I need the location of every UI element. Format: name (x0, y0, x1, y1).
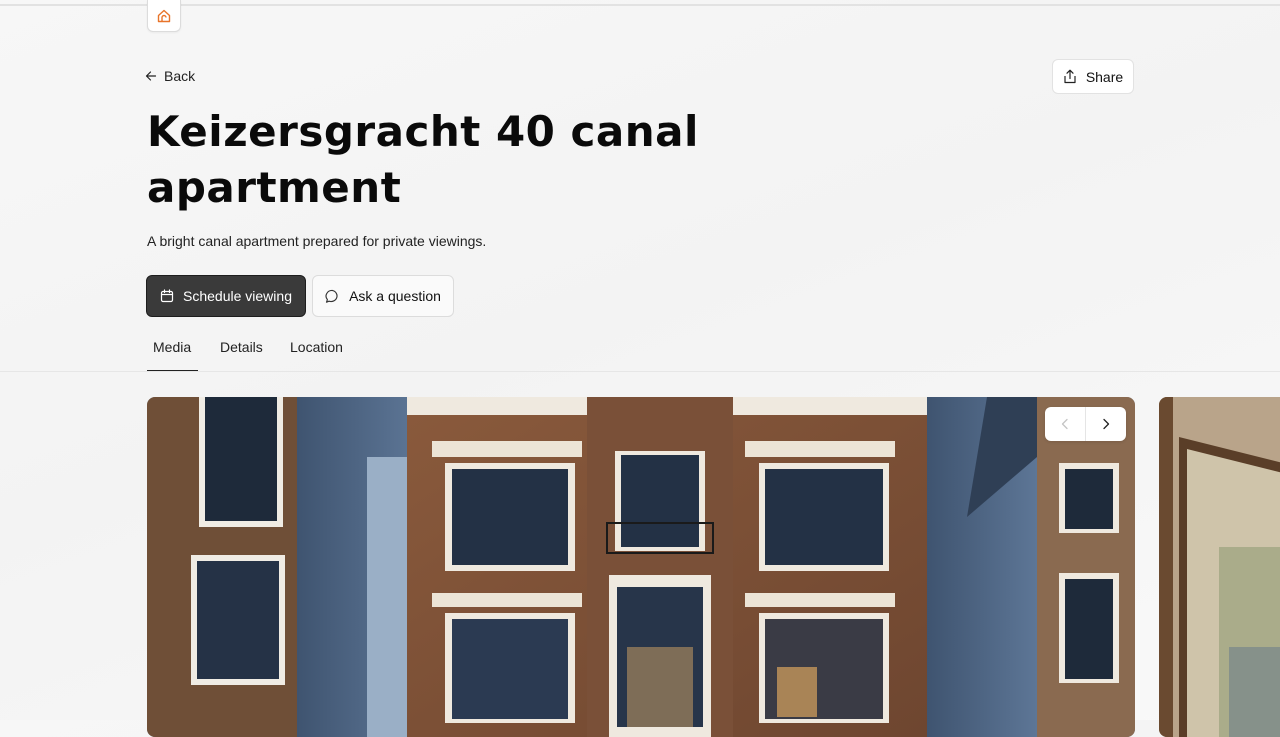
share-icon (1064, 69, 1076, 84)
page-title: Keizersgracht 40 canal apartment (147, 107, 699, 212)
chevron-left-icon (1061, 418, 1068, 430)
app-logo[interactable] (147, 0, 181, 32)
canal-house-facade-photo (147, 397, 1135, 737)
chevron-right-icon (1103, 418, 1110, 430)
carousel-next-button[interactable] (1086, 407, 1126, 441)
top-divider (0, 4, 1280, 6)
carousel-prev-button[interactable] (1045, 407, 1085, 441)
listing-subtitle: A bright canal apartment prepared for pr… (147, 233, 487, 249)
carousel-controls (1045, 407, 1126, 441)
calendar-icon (160, 289, 174, 303)
back-label: Back (164, 68, 196, 84)
media-image-canal-painting[interactable] (1159, 397, 1280, 737)
ask-question-label: Ask a question (349, 288, 441, 304)
ask-question-button[interactable]: Ask a question (312, 275, 454, 317)
chat-bubble-icon (325, 289, 338, 303)
tab-location[interactable]: Location (290, 339, 343, 355)
tab-media[interactable]: Media (153, 339, 191, 355)
arrow-left-icon (145, 71, 157, 81)
schedule-viewing-label: Schedule viewing (183, 288, 292, 304)
framed-canal-painting-photo (1159, 397, 1280, 737)
schedule-viewing-button[interactable]: Schedule viewing (146, 275, 306, 317)
back-link[interactable]: Back (145, 66, 195, 86)
tab-details[interactable]: Details (220, 339, 263, 355)
home-logo-icon (157, 9, 171, 22)
share-button[interactable]: Share (1052, 59, 1134, 94)
media-image-canal-house[interactable] (147, 397, 1135, 737)
share-label: Share (1085, 68, 1124, 85)
tabs-divider (0, 371, 1280, 372)
